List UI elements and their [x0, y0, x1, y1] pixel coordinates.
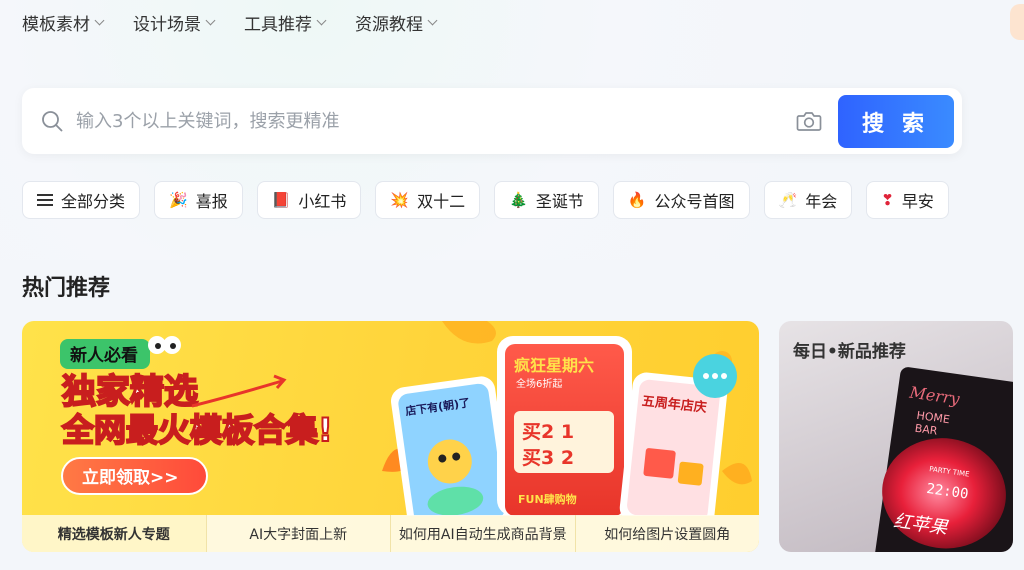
nav-item-tools[interactable]: 工具推荐 [244, 10, 327, 35]
tag-good-news[interactable]: 🎉 喜报 [154, 181, 243, 219]
search-bar: 搜 索 [22, 88, 962, 154]
chevron-down-icon [94, 15, 105, 26]
banner-links: 精选模板新人专题 AI大字封面上新 如何用AI自动生成商品背景 如何给图片设置圆… [22, 515, 759, 552]
daily-new-card[interactable]: 每日•新品推荐 Merry HOME BAR PARTY TIME 22:00 … [779, 321, 1013, 552]
party-popper-icon: 🎉 [169, 190, 188, 209]
tag-label: 小红书 [298, 192, 347, 211]
tag-all-categories[interactable]: 全部分类 [22, 181, 141, 219]
chevron-down-icon [427, 15, 438, 26]
section-title: 热门推荐 [22, 276, 111, 301]
top-nav: 模板素材 设计场景 工具推荐 资源教程 [22, 10, 438, 35]
nav-label: 模板素材 [22, 15, 90, 35]
tag-label: 年会 [805, 192, 838, 211]
tag-annual-party[interactable]: 🥂 年会 [763, 181, 853, 219]
card-mid-sub: 全场6折起 [516, 377, 562, 390]
menu-icon [37, 194, 53, 206]
tag-label: 圣诞节 [535, 192, 584, 211]
heart-icon: ❣ [881, 190, 894, 209]
tag-christmas[interactable]: 🎄 圣诞节 [494, 181, 599, 219]
chevron-down-icon [316, 15, 327, 26]
tag-good-morning[interactable]: ❣ 早安 [866, 181, 949, 219]
card-mid-line1: 买2 1 [522, 421, 574, 443]
banner-badge: 新人必看 [70, 345, 138, 366]
search-input[interactable] [76, 102, 776, 140]
banner-link-ai-cover[interactable]: AI大字封面上新 [207, 515, 391, 552]
banner-subheadline: 全网最火模板合集! [61, 411, 333, 449]
quick-tags: 全部分类 🎉 喜报 📕 小红书 💥 双十二 🎄 圣诞节 🔥 公众号首图 🥂 年会… [22, 181, 949, 219]
search-button[interactable]: 搜 索 [838, 95, 954, 148]
banner-headline: 独家精选 [62, 372, 198, 412]
burst-icon: 💥 [390, 190, 410, 209]
promo-banner[interactable]: 新人必看 独家精选 全网最火模板合集! 立即领取>> 店下有(朝)了 疯狂星期六… [22, 321, 759, 552]
tag-wechat-cover[interactable]: 🔥 公众号首图 [612, 181, 750, 219]
camera-icon[interactable] [795, 109, 823, 133]
search-icon [42, 111, 63, 132]
fire-icon: 🔥 [627, 190, 647, 209]
christmas-tree-icon: 🎄 [509, 190, 528, 209]
nav-label: 工具推荐 [244, 15, 312, 35]
chevron-down-icon [205, 15, 216, 26]
card-mid-line2: 买3 2 [522, 447, 574, 469]
tag-double-twelve[interactable]: 💥 双十二 [375, 181, 481, 219]
banner-link-ai-background[interactable]: 如何用AI自动生成商品背景 [391, 515, 576, 552]
card-mid-title: 疯狂星期六 [514, 356, 594, 375]
corner-promo-pill[interactable] [1010, 4, 1024, 40]
nav-item-templates[interactable]: 模板素材 [22, 10, 105, 35]
nav-label: 资源教程 [355, 15, 423, 35]
tag-label: 全部分类 [61, 192, 126, 211]
banner-cta: 立即领取>> [82, 467, 179, 488]
tag-label: 双十二 [417, 192, 466, 211]
banner-link-newbie[interactable]: 精选模板新人专题 [22, 515, 207, 552]
card-mid-footer: FUN肆购物 [518, 492, 577, 506]
nav-item-scenes[interactable]: 设计场景 [133, 10, 216, 35]
banner-artwork: 新人必看 独家精选 全网最火模板合集! 立即领取>> 店下有(朝)了 疯狂星期六… [60, 321, 752, 516]
banner-link-rounded-corners[interactable]: 如何给图片设置圆角 [576, 515, 760, 552]
nav-item-tutorials[interactable]: 资源教程 [355, 10, 438, 35]
tag-label: 喜报 [195, 192, 228, 211]
nav-label: 设计场景 [133, 15, 201, 35]
side-card-artwork: Merry HOME BAR PARTY TIME 22:00 红苹果 [874, 367, 1013, 552]
champagne-icon: 🥂 [778, 190, 798, 209]
tag-xiaohongshu[interactable]: 📕 小红书 [256, 181, 362, 219]
red-book-icon: 📕 [271, 190, 291, 209]
tag-label: 早安 [901, 192, 934, 211]
tag-label: 公众号首图 [654, 192, 735, 211]
